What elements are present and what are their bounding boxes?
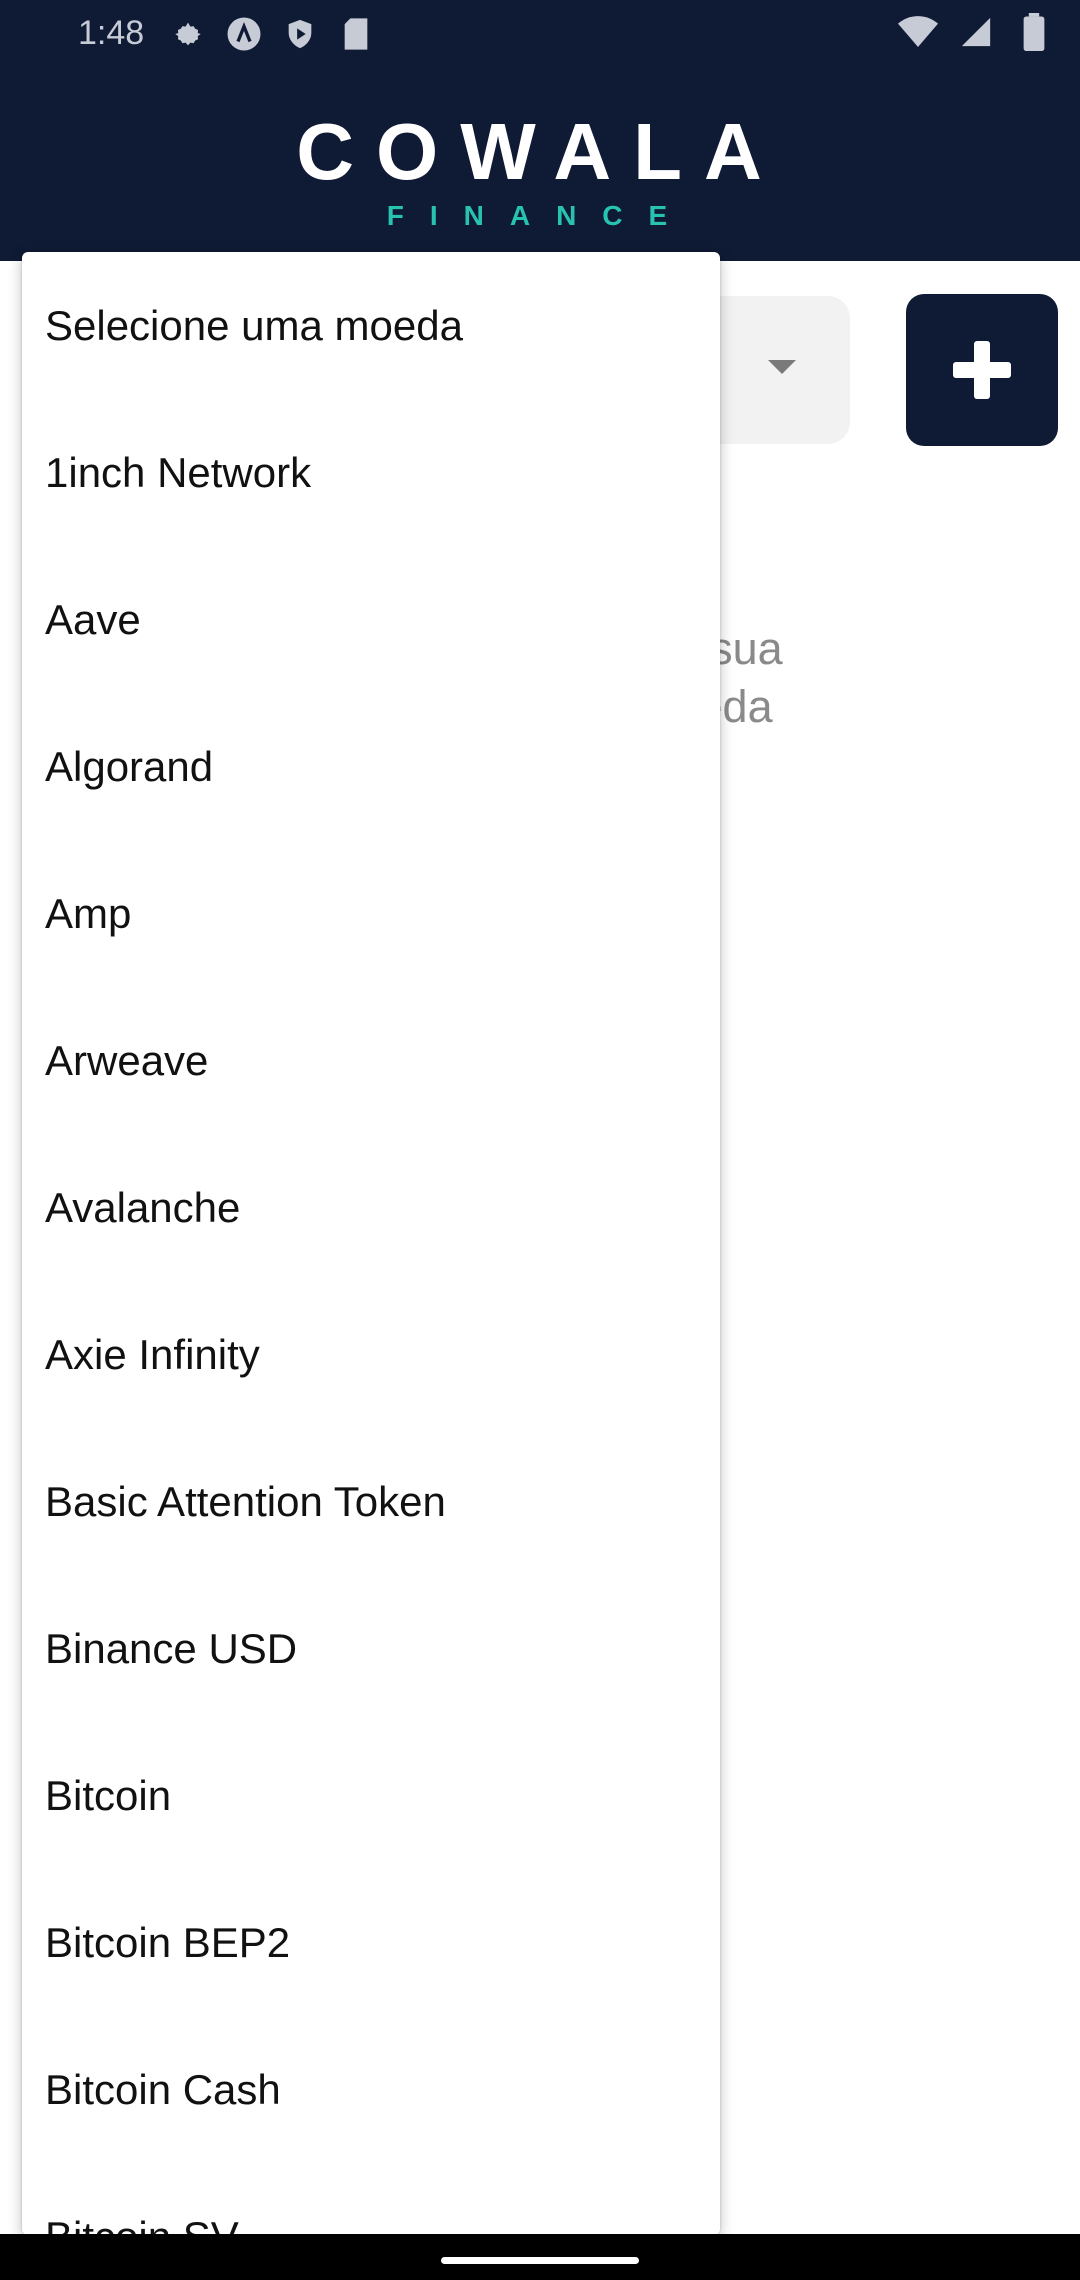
app-a-icon: [224, 14, 264, 54]
sd-card-icon: [336, 14, 376, 54]
menu-item-arweave[interactable]: Arweave: [22, 987, 720, 1134]
add-currency-button[interactable]: [906, 294, 1058, 446]
app-header: 1:48 COWALA FINANCE: [0, 0, 1080, 261]
currency-dropdown-menu: Selecione uma moeda 1inch Network Aave A…: [22, 252, 720, 2235]
status-notification-icons: [168, 14, 376, 54]
signal-icon: [956, 12, 996, 52]
menu-item-bitcoin-cash[interactable]: Bitcoin Cash: [22, 2016, 720, 2163]
menu-item-amp[interactable]: Amp: [22, 840, 720, 987]
menu-item-basic-attention-token[interactable]: Basic Attention Token: [22, 1428, 720, 1575]
plus-icon: [953, 341, 1011, 399]
menu-item-bitcoin-sv[interactable]: Bitcoin SV: [22, 2163, 720, 2236]
status-system-icons: [898, 12, 1054, 52]
shield-play-icon: [280, 14, 320, 54]
menu-item-binance-usd[interactable]: Binance USD: [22, 1575, 720, 1722]
menu-item-avalanche[interactable]: Avalanche: [22, 1134, 720, 1281]
status-time: 1:48: [78, 14, 145, 52]
menu-item-axie-infinity[interactable]: Axie Infinity: [22, 1281, 720, 1428]
logo-main-text: COWALA: [296, 107, 784, 196]
menu-item-placeholder[interactable]: Selecione uma moeda: [22, 252, 720, 399]
logo-sub-text: FINANCE: [386, 200, 694, 231]
menu-item-aave[interactable]: Aave: [22, 546, 720, 693]
status-bar: 1:48: [0, 0, 1080, 70]
settings-icon: [168, 14, 208, 54]
menu-item-1inch-network[interactable]: 1inch Network: [22, 399, 720, 546]
battery-icon: [1014, 12, 1054, 52]
dropdown-arrow-icon[interactable]: [768, 360, 796, 374]
wifi-icon: [898, 12, 938, 52]
home-indicator[interactable]: [441, 2257, 639, 2264]
menu-item-bitcoin-bep2[interactable]: Bitcoin BEP2: [22, 1869, 720, 2016]
cowala-finance-logo: COWALA FINANCE: [0, 112, 1080, 232]
menu-item-algorand[interactable]: Algorand: [22, 693, 720, 840]
menu-item-bitcoin[interactable]: Bitcoin: [22, 1722, 720, 1869]
